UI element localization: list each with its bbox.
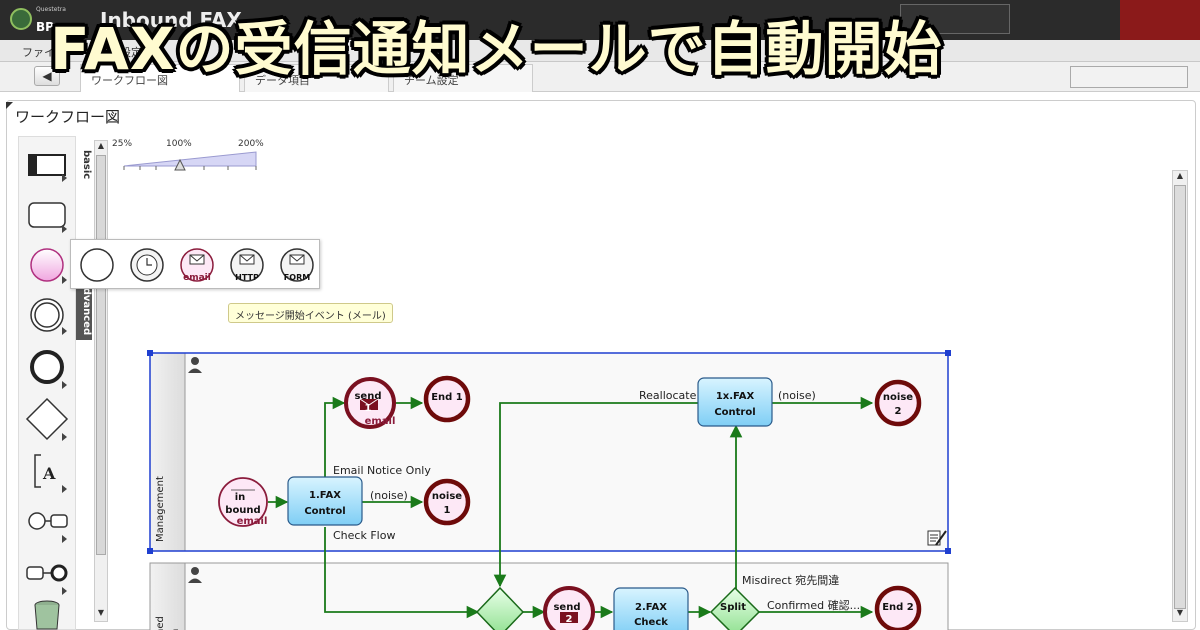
task-fax-check[interactable]: 2.FAX Check [613, 587, 689, 630]
throw-event-send2[interactable]: send 2 [543, 586, 595, 630]
start-event-inbound[interactable]: in bound email [218, 477, 268, 527]
svg-text:send: send [354, 391, 381, 402]
throw-event-send1[interactable]: send 1 email [344, 377, 396, 429]
task-fax-control-x[interactable]: 1x.FAX Control [697, 377, 773, 427]
end-event-2[interactable]: End 2 [874, 585, 922, 630]
svg-text:email: email [237, 516, 268, 527]
svg-text:in: in [235, 492, 246, 503]
svg-text:noise: noise [432, 491, 462, 502]
edge-label-misdirect: Misdirect 宛先間違 [742, 573, 839, 587]
edge-label-noise: (noise) [778, 389, 816, 402]
svg-text:2: 2 [566, 614, 573, 625]
svg-text:Control: Control [714, 407, 755, 418]
lane-label: Management [155, 476, 166, 542]
svg-text:send: send [553, 602, 580, 613]
svg-text:2: 2 [895, 406, 902, 417]
edge-label-check-flow: Check Flow [333, 529, 395, 542]
end-event-noise2[interactable]: noise 2 [874, 379, 922, 427]
swimlane-management[interactable]: Management [149, 352, 949, 552]
svg-text:1: 1 [365, 403, 372, 414]
svg-text:email: email [365, 416, 396, 427]
svg-text:bound: bound [225, 505, 260, 516]
svg-text:End 1: End 1 [431, 392, 463, 403]
svg-text:noise: noise [883, 392, 913, 403]
edge-label-noise: (noise) [370, 489, 408, 502]
svg-text:1x.FAX: 1x.FAX [716, 391, 755, 402]
end-event-1[interactable]: End 1 [423, 375, 471, 423]
workflow-canvas: Management ned n [147, 350, 951, 630]
svg-text:Control: Control [304, 506, 345, 517]
edge-label-confirmed: Confirmed 確認... [767, 598, 860, 612]
app-window: Questetra BP Inbound FAX ファイ 設定 ◀ ワークフロー… [0, 0, 1200, 630]
svg-text:1.FAX: 1.FAX [309, 490, 341, 501]
svg-text:1: 1 [444, 505, 451, 516]
edge-label-email-notice: Email Notice Only [333, 464, 431, 477]
svg-text:2.FAX: 2.FAX [635, 602, 667, 613]
end-event-noise1[interactable]: noise 1 [423, 478, 471, 526]
edge-label-reallocate: Reallocate [639, 389, 697, 402]
svg-text:Check: Check [634, 617, 668, 628]
svg-text:Split: Split [720, 602, 746, 613]
svg-text:End 2: End 2 [882, 602, 914, 613]
lane-label-part: ned [155, 616, 166, 630]
task-fax-control[interactable]: 1.FAX Control [287, 476, 363, 526]
